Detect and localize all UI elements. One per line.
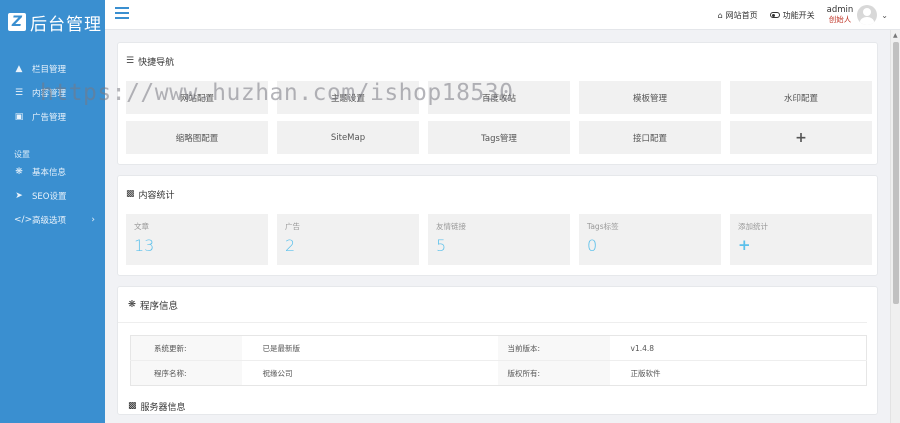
code-icon: </> xyxy=(14,215,33,225)
sidebar-item-label: 栏目管理 xyxy=(32,65,67,75)
menu-toggle-icon[interactable] xyxy=(115,7,129,19)
user-role: 创始人 xyxy=(828,15,852,24)
quick-nav-button[interactable]: 缩略图配置 xyxy=(126,121,268,154)
quick-nav-button[interactable]: SiteMap xyxy=(277,121,419,154)
panel-title: 快捷导航 xyxy=(138,57,175,68)
scrollbar-thumb[interactable] xyxy=(893,42,899,304)
quick-nav-button[interactable]: Tags管理 xyxy=(428,121,570,154)
quick-nav-panel: ☰ 快捷导航 网站配置 主题设置 百度收站 模板管理 水印配置 缩略图配置 Si… xyxy=(117,42,878,165)
logo[interactable]: Z 后台管理 xyxy=(0,0,105,44)
sidebar-item-basic-info[interactable]: ❋ 基本信息 xyxy=(0,160,105,184)
server-icon: ▩ xyxy=(128,401,137,411)
features-label: 功能开关 xyxy=(782,10,815,20)
sidebar-item-seo[interactable]: ➤ SEO设置 xyxy=(0,184,105,208)
stat-label: 添加统计 xyxy=(738,222,768,231)
table-row: 系统更新: 已是最新版 当前版本: v1.4.8 xyxy=(130,335,867,361)
sidebar-item-advanced[interactable]: </> 高级选项 › xyxy=(0,208,105,232)
stat-label: 友情链接 xyxy=(436,222,466,231)
user-name: admin xyxy=(826,5,854,15)
sidebar-item-label: 内容管理 xyxy=(32,89,67,99)
home-label: 网站首页 xyxy=(725,10,758,20)
sidebar-item-columns[interactable]: ▲ 栏目管理 xyxy=(0,57,105,81)
app-title: 后台管理 xyxy=(30,14,102,35)
sidebar-item-label: SEO设置 xyxy=(32,192,67,202)
stat-value: 2 xyxy=(285,236,296,255)
sitemap-icon: ▲ xyxy=(15,64,23,74)
stat-card-ads[interactable]: 广告 2 xyxy=(277,214,419,265)
quick-nav-button[interactable]: 接口配置 xyxy=(579,121,721,154)
info-value: v1.4.8 xyxy=(630,343,655,353)
page-scrollbar[interactable]: ▲ xyxy=(890,30,900,423)
add-shortcut-button[interactable]: + xyxy=(730,121,872,154)
program-info-table: 系统更新: 已是最新版 当前版本: v1.4.8 程序名称: 祝缘公司 版权所有… xyxy=(130,335,867,386)
stat-value: 13 xyxy=(134,236,155,255)
info-key: 版权所有: xyxy=(497,360,610,386)
stat-value: 5 xyxy=(436,236,447,255)
sidebar-item-label: 广告管理 xyxy=(32,113,67,123)
home-link[interactable]: ⌂ 网站首页 xyxy=(718,10,758,21)
send-icon: ➤ xyxy=(15,191,23,201)
stat-card-tags[interactable]: Tags标签 0 xyxy=(579,214,721,265)
stat-label: 广告 xyxy=(285,222,300,231)
home-icon: ⌂ xyxy=(717,10,723,20)
features-toggle-link[interactable]: 功能开关 xyxy=(769,10,815,21)
topbar: ⌂ 网站首页 功能开关 admin 创始人 ⌄ xyxy=(105,0,900,30)
sidebar: Z 后台管理 ▲ 栏目管理 ☰ 内容管理 ▣ 广告管理 设置 ❋ 基本信息 ➤ … xyxy=(0,0,105,423)
info-value: 已是最新版 xyxy=(262,343,301,353)
sidebar-item-label: 高级选项 xyxy=(32,216,67,226)
info-value: 祝缘公司 xyxy=(241,360,498,386)
main-content: ☰ 快捷导航 网站配置 主题设置 百度收站 模板管理 水印配置 缩略图配置 Si… xyxy=(117,42,878,423)
sidebar-item-label: 基本信息 xyxy=(32,168,67,178)
scroll-up-icon[interactable]: ▲ xyxy=(893,32,898,39)
quick-nav-button[interactable]: 水印配置 xyxy=(730,81,872,114)
info-key: 当前版本: xyxy=(497,335,610,361)
info-key: 系统更新: xyxy=(130,335,242,361)
sidebar-item-content[interactable]: ☰ 内容管理 xyxy=(0,81,105,105)
sidebar-item-ads[interactable]: ▣ 广告管理 xyxy=(0,105,105,129)
quick-nav-button[interactable]: 网站配置 xyxy=(126,81,268,114)
stat-card-articles[interactable]: 文章 13 xyxy=(126,214,268,265)
gear-icon: ❋ xyxy=(15,167,23,177)
gear-icon: ❋ xyxy=(128,299,136,310)
stat-card-add[interactable]: 添加统计 + xyxy=(730,214,872,265)
info-key: 程序名称: xyxy=(130,360,242,386)
stat-card-links[interactable]: 友情链接 5 xyxy=(428,214,570,265)
toggle-icon xyxy=(769,12,780,18)
avatar xyxy=(857,5,878,25)
info-value: 正版软件 xyxy=(609,360,867,386)
quick-nav-button[interactable]: 主题设置 xyxy=(277,81,419,114)
program-info-panel: ❋ 程序信息 系统更新: 已是最新版 当前版本: v1.4.8 程序名称: 祝缘… xyxy=(117,286,878,415)
stat-label: 文章 xyxy=(134,222,149,231)
chevron-right-icon: › xyxy=(91,215,95,225)
quick-nav-button[interactable]: 模板管理 xyxy=(579,81,721,114)
image-icon: ▣ xyxy=(14,112,24,122)
list-icon: ☰ xyxy=(126,56,135,66)
panel-title: 服务器信息 xyxy=(140,402,186,413)
panel-title: 内容统计 xyxy=(138,190,175,201)
quick-nav-button[interactable]: 百度收站 xyxy=(428,81,570,114)
stat-label: Tags标签 xyxy=(587,222,619,231)
stat-value: 0 xyxy=(587,236,598,255)
user-menu[interactable]: admin 创始人 ⌄ xyxy=(827,5,888,25)
bar-chart-icon: ▩ xyxy=(126,189,135,199)
server-info-title: ▩ 服务器信息 xyxy=(118,398,877,414)
list-icon: ☰ xyxy=(14,88,24,98)
table-row: 程序名称: 祝缘公司 版权所有: 正版软件 xyxy=(130,360,867,386)
chevron-down-icon: ⌄ xyxy=(881,10,888,20)
logo-mark: Z xyxy=(8,13,26,31)
stats-panel: ▩ 内容统计 文章 13 广告 2 友情链接 5 Tags标签 0 添加统计 + xyxy=(117,175,878,276)
add-stat-icon: + xyxy=(738,236,751,254)
panel-title: 程序信息 xyxy=(139,300,178,312)
sidebar-section-settings: 设置 xyxy=(14,150,30,159)
